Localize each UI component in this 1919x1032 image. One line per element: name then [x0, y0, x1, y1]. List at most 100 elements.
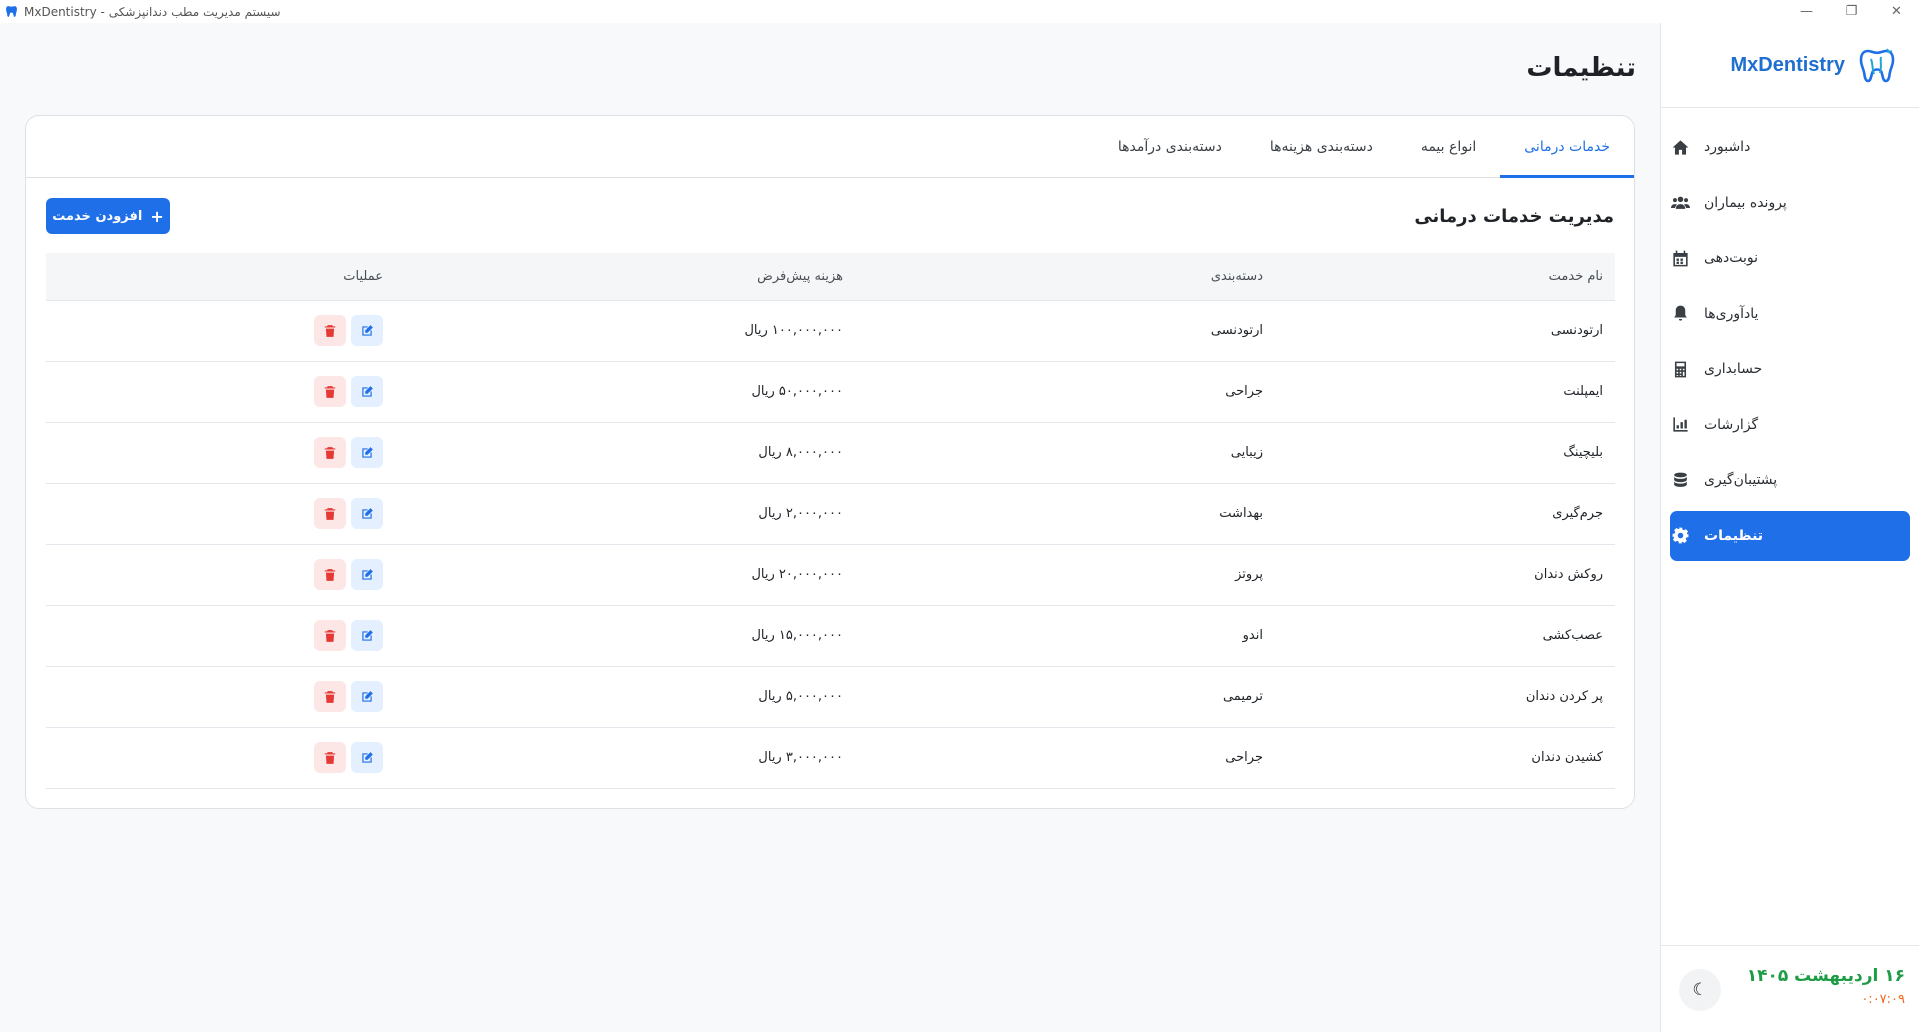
edit-button[interactable]: [351, 742, 383, 773]
add-service-button[interactable]: + افزودن خدمت: [46, 198, 170, 234]
service-price: ۲۰,۰۰۰,۰۰۰ ریال: [751, 567, 843, 582]
service-category: جراحی: [1225, 750, 1263, 765]
window-title: MxDentistry - سیستم مدیریت مطب دندانپزشک…: [24, 4, 281, 19]
sidebar-item-label: حسابداری: [1704, 361, 1763, 377]
moon-icon: ☾: [1692, 980, 1708, 1000]
section-title: مدیریت خدمات درمانی: [1414, 205, 1614, 227]
tab-income-categories[interactable]: دسته‌بندی درآمدها: [1094, 116, 1246, 177]
calendar-icon: [1670, 248, 1690, 268]
edit-icon: [360, 568, 374, 582]
trash-icon: [323, 629, 337, 643]
column-header-category: دسته‌بندی: [1210, 268, 1263, 284]
delete-button[interactable]: [314, 559, 346, 590]
sidebar-item-settings[interactable]: تنظیمات: [1670, 510, 1910, 561]
sidebar-item-label: نوبت‌دهی: [1704, 250, 1759, 266]
trash-icon: [323, 568, 337, 582]
edit-button[interactable]: [351, 620, 383, 651]
service-price: ۵۰,۰۰۰,۰۰۰ ریال: [751, 384, 843, 399]
service-price: ۳,۰۰۰,۰۰۰ ریال: [758, 750, 843, 765]
tab-treatment-services[interactable]: خدمات درمانی: [1500, 116, 1634, 178]
service-price: ۸,۰۰۰,۰۰۰ ریال: [758, 445, 843, 460]
tooth-logo-icon: [1859, 48, 1895, 83]
table-row: کشیدن دندان جراحی ۳,۰۰۰,۰۰۰ ریال: [46, 727, 1615, 788]
trash-icon: [323, 690, 337, 704]
edit-icon: [360, 690, 374, 704]
bell-icon: [1670, 304, 1690, 324]
sidebar-footer: ☾ ۱۶ اردیبهشت ۱۴۰۵ ۰:۰۷:۰۹: [1661, 945, 1919, 1032]
date-time: ۱۶ اردیبهشت ۱۴۰۵ ۰:۰۷:۰۹: [1747, 966, 1905, 1007]
trash-icon: [323, 446, 337, 460]
tab-insurance-types[interactable]: انواع بیمه: [1397, 116, 1500, 177]
sidebar-nav: داشبورد پرونده بیماران نوبت‌دهی یادآوری‌…: [1661, 108, 1919, 561]
row-actions: [46, 483, 395, 544]
service-price: ۵,۰۰۰,۰۰۰ ریال: [758, 689, 843, 704]
delete-button[interactable]: [314, 376, 346, 407]
table-header-row: نام خدمت دسته‌بندی هزینه پیش‌فرض عملیات: [46, 253, 1615, 300]
row-actions: [46, 361, 395, 422]
sidebar-item-dashboard[interactable]: داشبورد: [1670, 122, 1910, 172]
trash-icon: [323, 507, 337, 521]
service-name: ارتودنسی: [1550, 323, 1603, 338]
edit-button[interactable]: [351, 376, 383, 407]
sidebar-item-backup[interactable]: پشتیبان‌گیری: [1670, 455, 1910, 505]
sidebar-item-patients[interactable]: پرونده بیماران: [1670, 178, 1910, 228]
brand-name: MxDentistry: [1730, 53, 1845, 76]
settings-card: خدمات درمانی انواع بیمه دسته‌بندی هزینه‌…: [25, 115, 1635, 809]
edit-icon: [360, 385, 374, 399]
sidebar-item-reminders[interactable]: یادآوری‌ها: [1670, 289, 1910, 339]
sidebar-item-appointments[interactable]: نوبت‌دهی: [1670, 233, 1910, 283]
service-category: جراحی: [1225, 384, 1263, 399]
sidebar: MxDentistry داشبورد پرونده بیماران نوبت‌…: [1660, 23, 1919, 1032]
service-name: پر کردن دندان: [1525, 689, 1603, 704]
table-row: بلیچینگ زیبایی ۸,۰۰۰,۰۰۰ ریال: [46, 422, 1615, 483]
gear-icon: [1670, 526, 1690, 546]
column-header-name: نام خدمت: [1548, 268, 1603, 284]
service-name: روکش دندان: [1534, 567, 1603, 582]
database-icon: [1670, 470, 1690, 490]
delete-button[interactable]: [314, 620, 346, 651]
table-row: پر کردن دندان ترمیمی ۵,۰۰۰,۰۰۰ ریال: [46, 666, 1615, 727]
row-actions: [46, 422, 395, 483]
sidebar-item-label: گزارشات: [1704, 416, 1759, 433]
sidebar-item-accounting[interactable]: حسابداری: [1670, 344, 1910, 394]
delete-button[interactable]: [314, 742, 346, 773]
edit-button[interactable]: [351, 498, 383, 529]
service-name: کشیدن دندان: [1531, 750, 1603, 765]
plus-icon: +: [150, 206, 164, 226]
sidebar-item-reports[interactable]: گزارشات: [1670, 400, 1910, 450]
edit-icon: [360, 446, 374, 460]
service-price: ۱۰۰,۰۰۰,۰۰۰ ریال: [744, 323, 843, 338]
delete-button[interactable]: [314, 315, 346, 346]
close-button[interactable]: ✕: [1874, 0, 1919, 23]
table-row: ایمپلنت جراحی ۵۰,۰۰۰,۰۰۰ ریال: [46, 361, 1615, 422]
restore-button[interactable]: ❐: [1829, 0, 1874, 23]
tab-expense-categories[interactable]: دسته‌بندی هزینه‌ها: [1246, 116, 1397, 177]
delete-button[interactable]: [314, 498, 346, 529]
table-row: روکش دندان پروتز ۲۰,۰۰۰,۰۰۰ ریال: [46, 544, 1615, 605]
row-actions: [46, 605, 395, 666]
service-name: بلیچینگ: [1563, 445, 1603, 460]
service-name: ایمپلنت: [1563, 384, 1603, 399]
minimize-button[interactable]: —: [1784, 0, 1829, 23]
delete-button[interactable]: [314, 437, 346, 468]
table-row: عصب‌کشی اندو ۱۵,۰۰۰,۰۰۰ ریال: [46, 605, 1615, 666]
edit-button[interactable]: [351, 437, 383, 468]
row-actions: [46, 666, 395, 727]
edit-button[interactable]: [351, 681, 383, 712]
page-title: تنظیمات: [1526, 53, 1636, 83]
edit-icon: [360, 629, 374, 643]
edit-button[interactable]: [351, 315, 383, 346]
edit-icon: [360, 324, 374, 338]
service-name: عصب‌کشی: [1542, 628, 1603, 643]
delete-button[interactable]: [314, 681, 346, 712]
service-category: پروتز: [1235, 567, 1263, 582]
window-titlebar: MxDentistry - سیستم مدیریت مطب دندانپزشک…: [0, 0, 1919, 23]
sidebar-item-label: پشتیبان‌گیری: [1704, 472, 1778, 488]
service-category: زیبایی: [1230, 445, 1263, 460]
brand: MxDentistry: [1661, 23, 1919, 108]
calculator-icon: [1670, 359, 1690, 379]
sidebar-item-label: تنظیمات: [1704, 527, 1764, 544]
services-table: نام خدمت دسته‌بندی هزینه پیش‌فرض عملیات …: [46, 253, 1615, 789]
edit-button[interactable]: [351, 559, 383, 590]
theme-toggle-button[interactable]: ☾: [1679, 969, 1721, 1011]
